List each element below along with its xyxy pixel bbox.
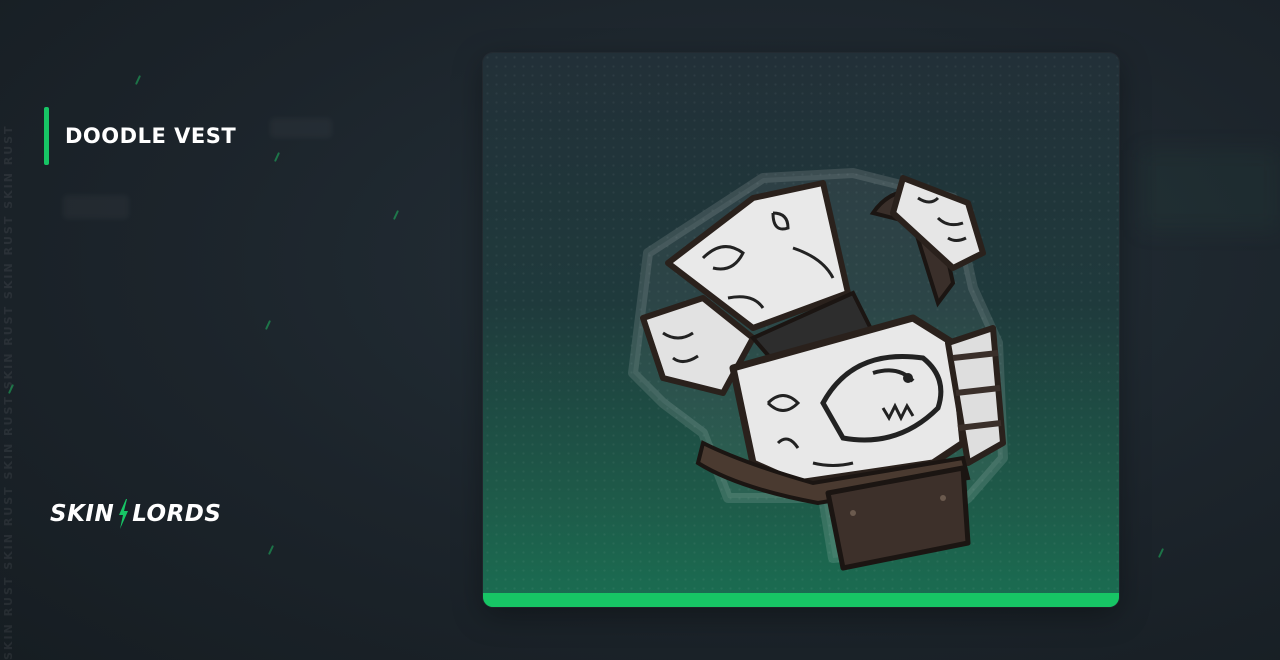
blurred-background-panel (1140, 150, 1280, 230)
doodle-vest-armor-icon (628, 168, 1008, 571)
brand-name-right: LORDS (132, 501, 222, 527)
lightning-bolt-icon (119, 499, 129, 529)
spark-decoration (134, 75, 142, 85)
card-accent-bar (483, 593, 1119, 607)
brand-logo: SKIN LORDS (50, 498, 221, 530)
item-card (483, 53, 1119, 607)
title-accent-bar (44, 107, 49, 165)
side-watermark: SKIN RUST SKIN RUST SKIN RUST SKIN RUST … (2, 124, 15, 660)
blurred-badge (270, 118, 332, 138)
blurred-subtitle (63, 195, 129, 219)
spark-decoration (273, 152, 281, 162)
spark-decoration (1157, 548, 1165, 558)
spark-decoration (267, 545, 275, 555)
brand-name-left: SKIN (50, 501, 115, 527)
spark-decoration (392, 210, 400, 220)
title-block: DOODLE VEST (44, 107, 236, 165)
item-title: DOODLE VEST (65, 124, 237, 148)
spark-decoration (264, 320, 272, 330)
